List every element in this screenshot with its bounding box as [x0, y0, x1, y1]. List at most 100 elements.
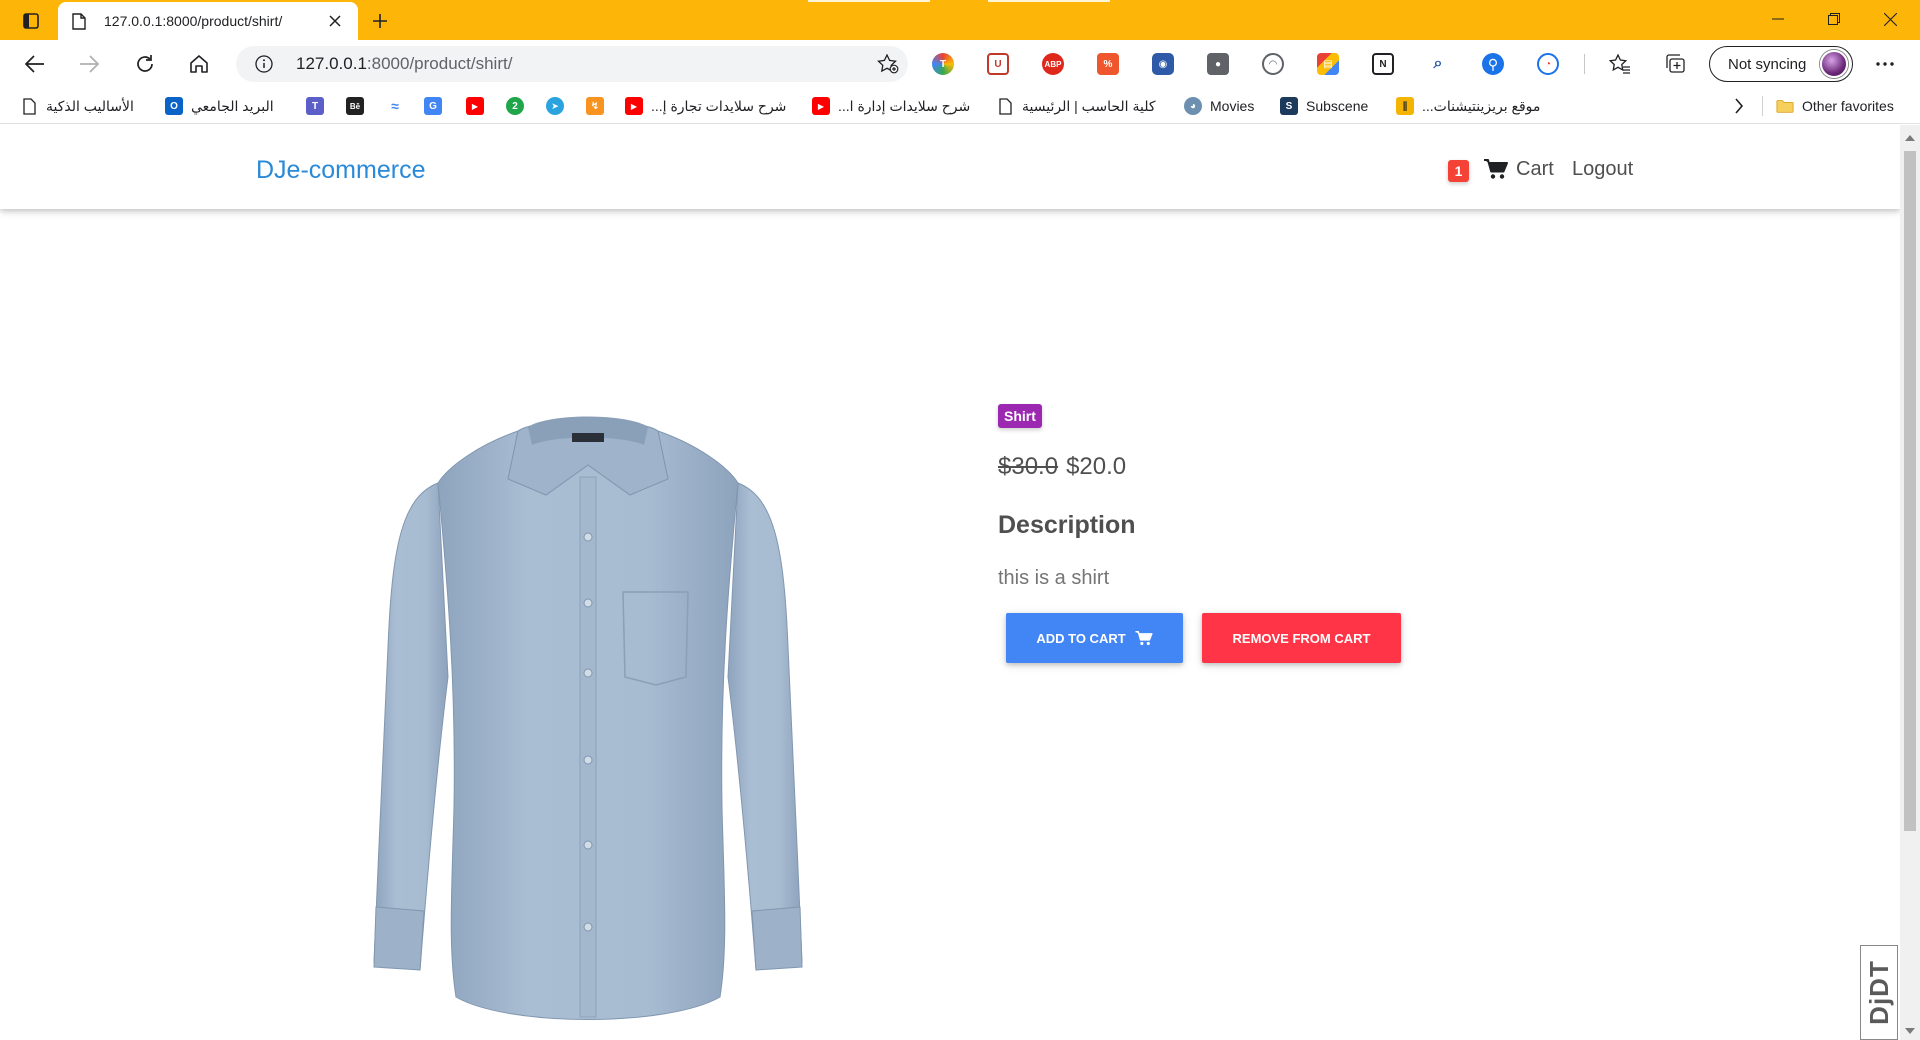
favorite-item[interactable]: الأساليب الذكية — [20, 95, 134, 117]
scroll-up-arrow-icon[interactable] — [1905, 135, 1915, 141]
discount-price: $20.0 — [1066, 453, 1127, 480]
favorite-item[interactable]: T — [306, 95, 324, 117]
avatar — [1820, 50, 1848, 78]
tab-title: 127.0.0.1:8000/product/shirt/ — [104, 13, 283, 29]
extension-magnifier-icon[interactable]: ⚲ — [1482, 53, 1504, 75]
document-icon — [996, 97, 1014, 115]
url-path: :8000/product/shirt/ — [366, 54, 513, 73]
site-navbar: DJe-commerce 1 Cart Logout — [0, 125, 1900, 209]
favorite-item[interactable]: ▶ — [466, 95, 484, 117]
favorite-item[interactable]: O البريد الجامعي — [165, 95, 274, 117]
restore-button[interactable] — [1806, 0, 1862, 38]
youtube-icon: ▶ — [812, 97, 830, 115]
movies-icon: ◕ — [1184, 97, 1202, 115]
tab-strip: 127.0.0.1:8000/product/shirt/ — [0, 0, 1920, 40]
favorite-label: كلية الحاسب | الرئيسية — [1022, 97, 1156, 114]
extension-color-icon[interactable]: T — [932, 53, 954, 75]
favorite-item[interactable]: ▶ شرح سلايدات تجارة إ... — [625, 95, 786, 117]
refresh-button[interactable] — [128, 48, 162, 80]
tab-actions-icon — [23, 13, 39, 29]
notion-icon[interactable]: N — [1372, 53, 1394, 75]
translate-icon: G — [424, 97, 442, 115]
close-tab-icon[interactable] — [324, 10, 346, 32]
shopping-cart-icon — [1484, 159, 1508, 179]
favorite-label: Movies — [1210, 98, 1255, 114]
scroll-down-arrow-icon[interactable] — [1905, 1028, 1915, 1034]
debug-toolbar-handle[interactable]: DjDT — [1860, 945, 1898, 1040]
old-price: $30.0 — [998, 453, 1059, 480]
orange-app-icon: ↯ — [586, 97, 604, 115]
add-to-cart-label: ADD TO CART — [1036, 630, 1126, 646]
favorite-label: شرح سلايدات تجارة إ... — [651, 97, 787, 114]
favorite-label: موقع بريزينتيشنات... — [1422, 97, 1541, 114]
youtube-icon: ▶ — [466, 97, 484, 115]
minimize-button[interactable] — [1750, 0, 1806, 38]
tab-actions-button[interactable] — [14, 9, 48, 33]
favorite-label: شرح سلايدات إدارة ا... — [838, 97, 971, 114]
description-heading: Description — [998, 511, 1136, 539]
page-scrollbar[interactable] — [1900, 125, 1920, 1040]
new-tab-button[interactable] — [366, 7, 394, 35]
forward-button[interactable] — [72, 48, 106, 80]
favorites-overflow-button[interactable] — [1734, 95, 1744, 117]
product-image — [368, 387, 808, 1040]
extension-circle-icon[interactable]: ◔ — [1537, 53, 1559, 75]
active-tab[interactable]: 127.0.0.1:8000/product/shirt/ — [58, 2, 358, 40]
other-favorites-folder[interactable]: Other favorites — [1776, 95, 1894, 117]
collections-button[interactable] — [1658, 48, 1692, 80]
extension-percent-icon[interactable]: % — [1097, 53, 1119, 75]
restore-icon — [1828, 13, 1840, 25]
site-info-icon[interactable] — [244, 55, 284, 73]
scrollbar-thumb[interactable] — [1904, 151, 1916, 831]
page-viewport: DJe-commerce 1 Cart Logout Shirt $30.0 $… — [0, 125, 1900, 1040]
favorites-button[interactable] — [1603, 48, 1637, 80]
logout-link[interactable]: Logout — [1572, 158, 1633, 181]
extension-shield-icon[interactable]: U — [987, 53, 1009, 75]
slides-icon: ∥ — [1396, 97, 1414, 115]
extension-blue-icon[interactable]: ◉ — [1152, 53, 1174, 75]
youtube-icon: ▶ — [625, 97, 643, 115]
category-badge: Shirt — [998, 404, 1042, 428]
favorite-item[interactable]: ↯ — [586, 95, 604, 117]
document-icon — [20, 97, 38, 115]
adblock-icon[interactable]: ABP — [1042, 53, 1064, 75]
url-text[interactable]: 127.0.0.1:8000/product/shirt/ — [296, 54, 868, 74]
favorite-item[interactable]: ≈ — [386, 95, 404, 117]
page-favicon-icon — [72, 12, 88, 30]
favorite-label: Subscene — [1306, 98, 1369, 114]
outlook-icon: O — [165, 97, 183, 115]
extension-palette-icon[interactable]: ▤ — [1317, 53, 1339, 75]
favorite-item[interactable]: 2 — [506, 95, 524, 117]
green-circle-icon: 2 — [506, 97, 524, 115]
add-to-cart-button[interactable]: ADD TO CART — [1006, 613, 1183, 663]
home-button[interactable] — [182, 48, 216, 80]
cart-label: Cart — [1516, 158, 1554, 180]
extension-gray-icon[interactable]: ● — [1207, 53, 1229, 75]
favorite-item[interactable]: ➤ — [546, 95, 564, 117]
subscene-icon: S — [1280, 97, 1298, 115]
extension-gauge-icon[interactable]: ◠ — [1262, 53, 1284, 75]
add-favorite-icon[interactable] — [868, 54, 908, 74]
favorite-item[interactable]: S Subscene — [1280, 95, 1368, 117]
favorites-separator — [1762, 96, 1763, 116]
back-button[interactable] — [18, 48, 52, 80]
profile-sync-button[interactable]: Not syncing — [1709, 46, 1853, 82]
favorites-bar: الأساليب الذكية O البريد الجامعي T Bē ≈ … — [0, 88, 1920, 124]
favorite-item[interactable]: كلية الحاسب | الرئيسية — [996, 95, 1156, 117]
extension-search-icon[interactable]: ⌕ — [1427, 53, 1449, 75]
cart-link[interactable]: Cart — [1484, 158, 1554, 181]
more-icon — [1876, 62, 1894, 66]
remove-from-cart-button[interactable]: REMOVE FROM CART — [1202, 613, 1401, 663]
favorite-item[interactable]: G — [424, 95, 442, 117]
close-window-button[interactable] — [1862, 0, 1918, 38]
settings-menu-button[interactable] — [1868, 48, 1902, 80]
plus-icon — [373, 14, 387, 28]
brand-link[interactable]: DJe-commerce — [256, 156, 425, 185]
favorite-item[interactable]: ◕ Movies — [1184, 95, 1254, 117]
forward-arrow-icon — [80, 55, 99, 73]
favorite-item[interactable]: Bē — [346, 95, 364, 117]
favorite-item[interactable]: ▶ شرح سلايدات إدارة ا... — [812, 95, 970, 117]
address-bar[interactable]: 127.0.0.1:8000/product/shirt/ — [236, 46, 908, 82]
favorite-item[interactable]: ∥ موقع بريزينتيشنات... — [1396, 95, 1540, 117]
cart-count-badge: 1 — [1448, 160, 1469, 182]
